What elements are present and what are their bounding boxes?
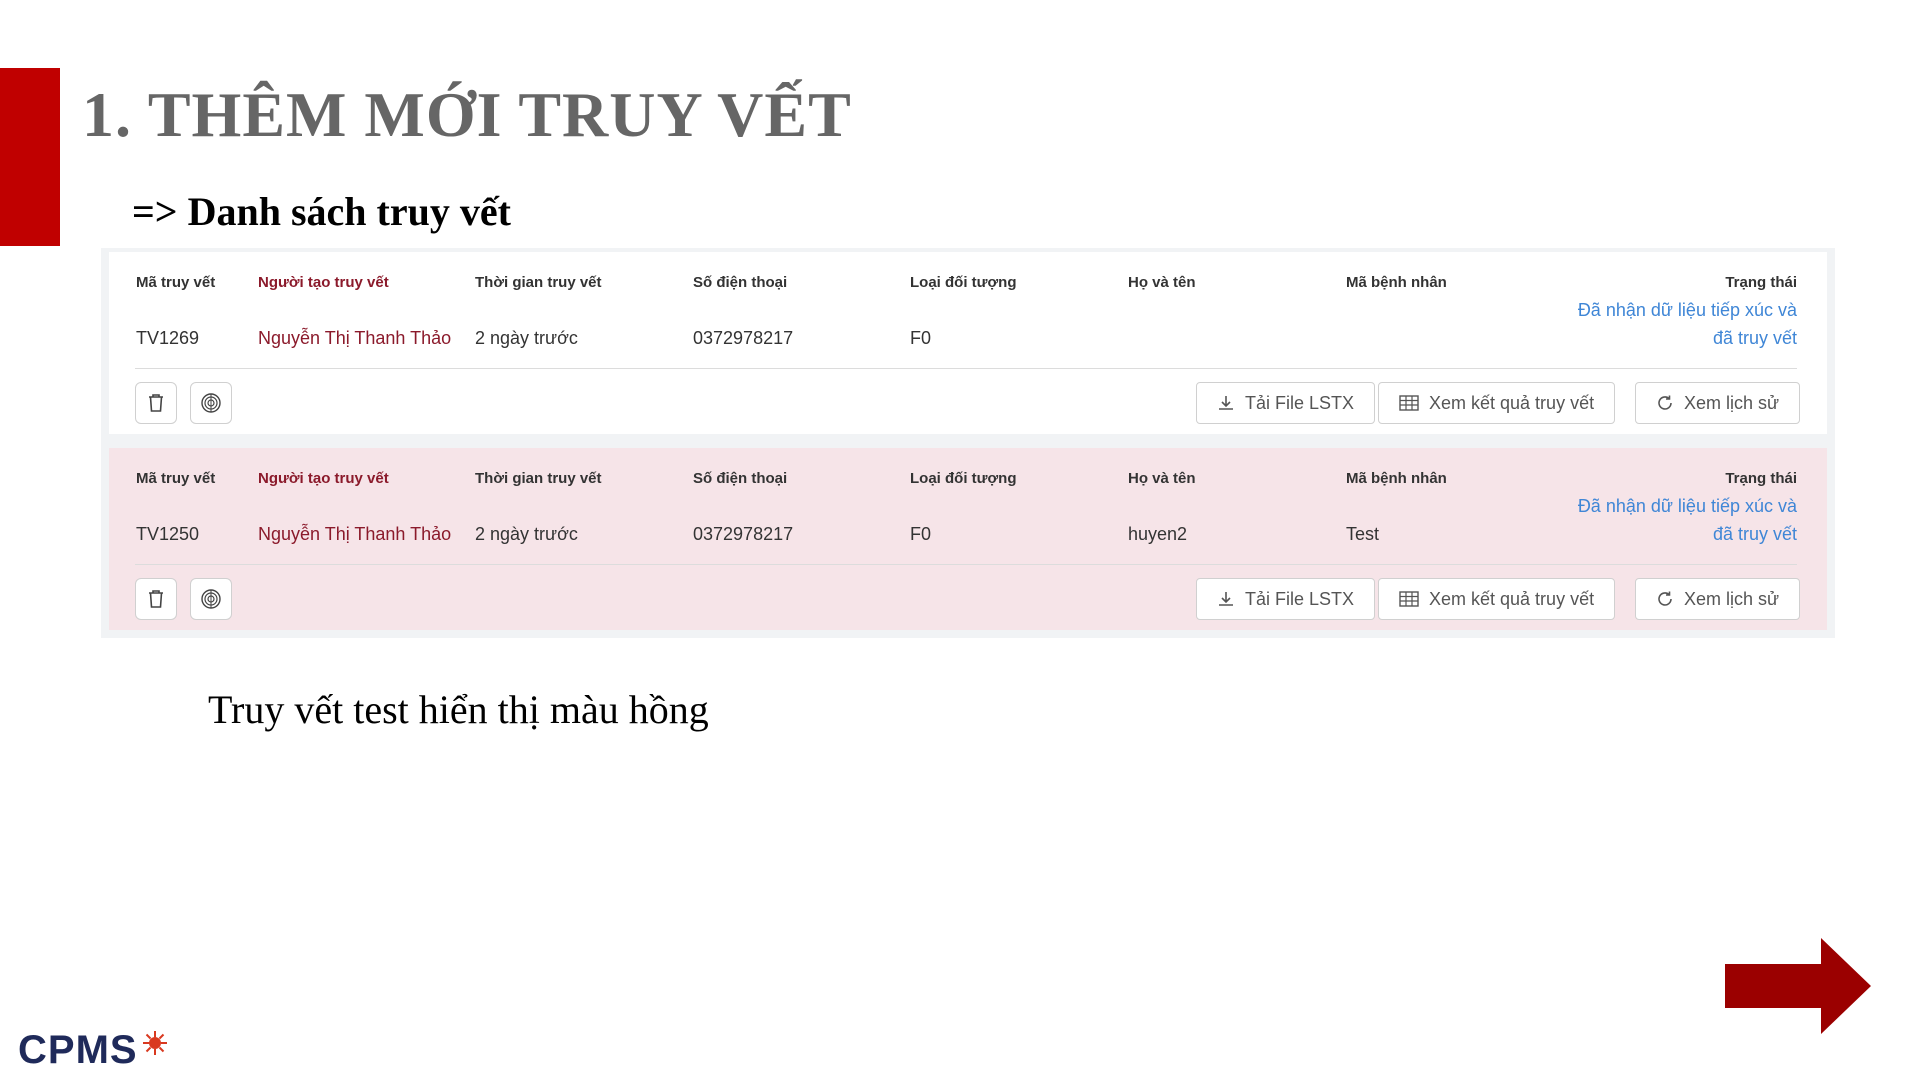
- slide-title: 1. THÊM MỚI TRUY VẾT: [82, 79, 852, 150]
- download-lstx-button[interactable]: Tải File LSTX: [1196, 382, 1376, 424]
- column-header-patient: Mã bệnh nhân: [1346, 274, 1447, 291]
- trace-button[interactable]: [190, 382, 232, 424]
- trash-icon: [149, 394, 163, 412]
- status-line-1: Đã nhận dữ liệu tiếp xúc và: [1577, 300, 1797, 320]
- trace-time: 2 ngày trước: [475, 328, 578, 348]
- row-divider: [135, 368, 1797, 369]
- slide-caption: Truy vết test hiển thị màu hồng: [208, 687, 709, 732]
- fingerprint-icon: [201, 589, 221, 609]
- column-header-type: Loại đối tượng: [910, 470, 1017, 487]
- trace-phone: 0372978217: [693, 524, 794, 544]
- column-header-creator: Người tạo truy vết: [258, 274, 389, 291]
- column-header-code: Mã truy vết: [136, 470, 216, 487]
- column-header-name: Họ và tên: [1128, 274, 1196, 291]
- view-history-button[interactable]: Xem lịch sử: [1635, 382, 1801, 424]
- view-history-label: Xem lịch sử: [1684, 588, 1780, 609]
- column-header-code: Mã truy vết: [136, 274, 216, 291]
- view-result-button[interactable]: Xem kết quả truy vết: [1378, 382, 1616, 424]
- trace-status: Đã nhận dữ liệu tiếp xúc và đã truy vết: [1578, 492, 1797, 548]
- view-result-label: Xem kết quả truy vết: [1429, 392, 1595, 413]
- column-header-name: Họ và tên: [1128, 470, 1196, 487]
- status-line-1: Đã nhận dữ liệu tiếp xúc và: [1577, 496, 1797, 516]
- view-history-button[interactable]: Xem lịch sử: [1635, 578, 1801, 620]
- trace-time: 2 ngày trước: [475, 524, 578, 544]
- status-line-2: đã truy vết: [1712, 524, 1797, 544]
- slide-subtitle: => Danh sách truy vết: [132, 189, 511, 234]
- cpms-logo: CPMS: [18, 1028, 138, 1072]
- column-header-creator: Người tạo truy vết: [258, 470, 389, 487]
- trash-icon: [149, 590, 163, 608]
- history-icon: [1658, 591, 1672, 606]
- column-header-time: Thời gian truy vết: [475, 274, 602, 291]
- trace-type: F0: [910, 328, 932, 348]
- trace-creator: Nguyễn Thị Thanh Thảo: [258, 328, 452, 348]
- view-result-button[interactable]: Xem kết quả truy vết: [1378, 578, 1616, 620]
- delete-button[interactable]: [135, 578, 177, 620]
- trace-card-test: Mã truy vết Người tạo truy vết Thời gian…: [109, 448, 1827, 630]
- column-header-phone: Số điện thoại: [693, 274, 788, 291]
- download-icon: [1219, 592, 1233, 606]
- table-icon: [1399, 591, 1419, 607]
- table-icon: [1399, 395, 1419, 411]
- trace-card: Mã truy vết Người tạo truy vết Thời gian…: [109, 252, 1827, 434]
- download-lstx-label: Tải File LSTX: [1245, 392, 1355, 413]
- status-line-2: đã truy vết: [1712, 328, 1797, 348]
- view-history-label: Xem lịch sử: [1684, 392, 1780, 413]
- trace-patient: Test: [1346, 524, 1380, 544]
- download-lstx-label: Tải File LSTX: [1245, 588, 1355, 609]
- delete-button[interactable]: [135, 382, 177, 424]
- column-header-status: Trạng thái: [1725, 470, 1797, 487]
- accent-bar: [0, 68, 60, 246]
- view-result-label: Xem kết quả truy vết: [1429, 588, 1595, 609]
- trace-type: F0: [910, 524, 932, 544]
- trace-name: huyen2: [1128, 524, 1188, 544]
- trace-list-panel: Mã truy vết Người tạo truy vết Thời gian…: [101, 248, 1835, 638]
- column-header-patient: Mã bệnh nhân: [1346, 470, 1447, 487]
- trace-status: Đã nhận dữ liệu tiếp xúc và đã truy vết: [1578, 296, 1797, 352]
- download-lstx-button[interactable]: Tải File LSTX: [1196, 578, 1376, 620]
- trace-phone: 0372978217: [693, 328, 794, 348]
- arrow-right-icon[interactable]: [1725, 938, 1871, 1034]
- download-icon: [1219, 396, 1233, 410]
- history-icon: [1658, 395, 1672, 410]
- trace-code: TV1250: [136, 524, 200, 544]
- virus-icon: [143, 1031, 167, 1055]
- trace-creator: Nguyễn Thị Thanh Thảo: [258, 524, 452, 544]
- trace-button[interactable]: [190, 578, 232, 620]
- column-header-phone: Số điện thoại: [693, 470, 788, 487]
- column-header-type: Loại đối tượng: [910, 274, 1017, 291]
- column-header-time: Thời gian truy vết: [475, 470, 602, 487]
- row-divider: [135, 564, 1797, 565]
- fingerprint-icon: [201, 393, 221, 413]
- trace-code: TV1269: [136, 328, 200, 348]
- column-header-status: Trạng thái: [1725, 274, 1797, 291]
